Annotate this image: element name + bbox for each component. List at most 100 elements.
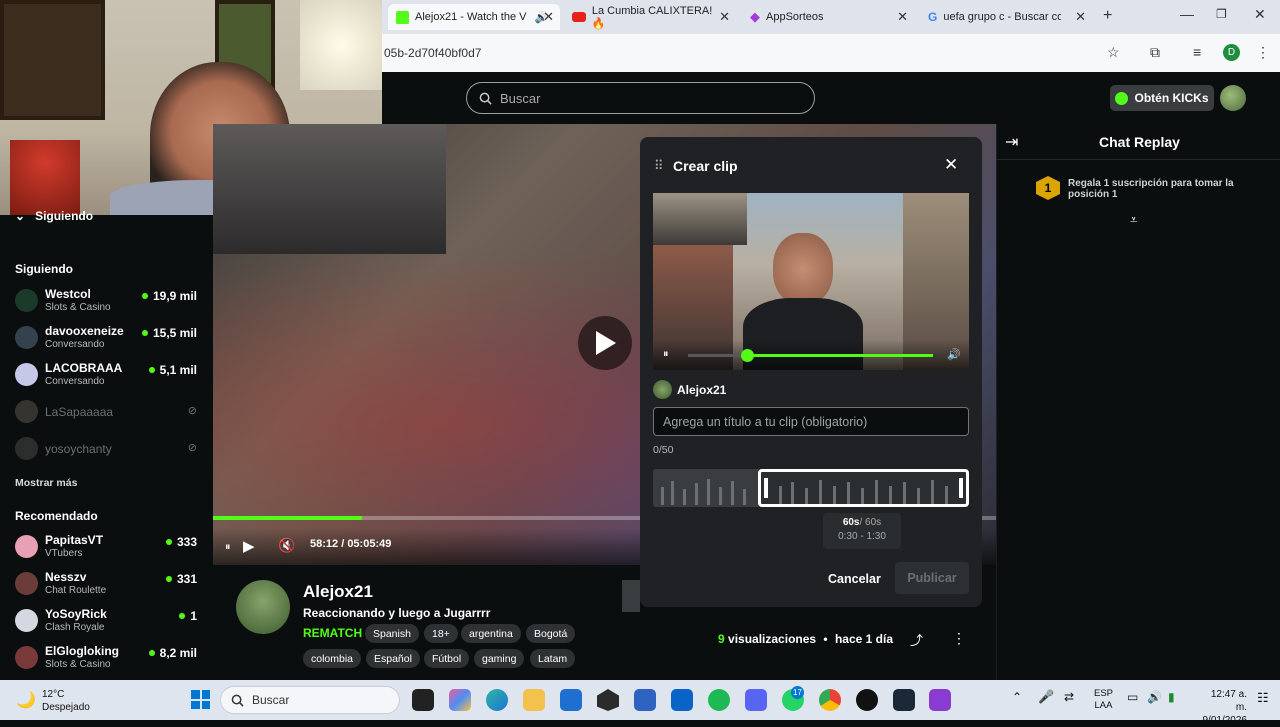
sidebar-item-papitasvt[interactable]: PapitasVT VTubers 333 bbox=[15, 531, 205, 567]
restore-icon[interactable]: ❐ bbox=[1216, 7, 1227, 21]
temperature: 12°C bbox=[42, 689, 65, 700]
gift-sub-text[interactable]: Regala 1 suscripción para tomar la posic… bbox=[1068, 178, 1258, 200]
collapse-chat-icon[interactable]: ⇥ bbox=[1005, 132, 1018, 152]
chrome-icon[interactable] bbox=[819, 689, 841, 711]
weather-widget[interactable]: 12°C Despejado bbox=[42, 688, 90, 714]
mute-icon[interactable]: 🔇 bbox=[278, 537, 295, 554]
discord-icon[interactable] bbox=[745, 689, 767, 711]
tag-chip[interactable]: colombia bbox=[303, 649, 362, 668]
share-icon[interactable]: ⤴ bbox=[910, 630, 923, 649]
user-avatar[interactable] bbox=[1220, 85, 1246, 111]
show-more-link[interactable]: Mostrar más bbox=[15, 477, 77, 489]
view-count-label: visualizaciones bbox=[728, 632, 817, 646]
range-start-handle[interactable] bbox=[764, 478, 768, 498]
task-view-icon[interactable] bbox=[412, 689, 434, 711]
tag-chip[interactable]: argentina bbox=[461, 624, 521, 643]
clip-username: Alejox21 bbox=[677, 383, 727, 397]
sidebar-item-yosoychanty[interactable]: yosoychanty ⊘ bbox=[15, 433, 205, 469]
clock[interactable]: 12:47 a. m. 9/01/2026 bbox=[1197, 688, 1248, 727]
taskbar-search[interactable]: Buscar bbox=[220, 686, 400, 714]
microphone-icon[interactable]: 🎤 bbox=[1038, 689, 1054, 705]
sidebar-item-lacobraaa[interactable]: LACOBRAAA Conversando 5,1 mil bbox=[15, 359, 205, 395]
search-placeholder: Buscar bbox=[500, 90, 541, 106]
google-favicon-icon: G bbox=[928, 10, 938, 24]
github-icon[interactable] bbox=[856, 689, 878, 711]
tag-chip[interactable]: Latam bbox=[530, 649, 576, 668]
chevron-up-icon[interactable]: ⌃ bbox=[1012, 690, 1022, 704]
steam-icon[interactable] bbox=[893, 689, 915, 711]
get-kicks-button[interactable]: Obtén KICKs bbox=[1110, 85, 1214, 111]
profile-avatar[interactable]: D bbox=[1223, 44, 1240, 61]
tag-chip[interactable]: Bogotá bbox=[526, 624, 576, 643]
sidebar-item-lasapaaaaa[interactable]: LaSapaaaaa ⊘ bbox=[15, 396, 205, 432]
new-tab-icon[interactable]: + bbox=[1103, 7, 1112, 25]
extensions-icon[interactable]: ⧉ bbox=[1150, 44, 1160, 61]
tag-chip[interactable]: 18+ bbox=[424, 624, 458, 643]
drag-handle-icon[interactable]: ⠿ bbox=[654, 158, 664, 174]
tag-chip[interactable]: Español bbox=[366, 649, 420, 668]
sidebar-item-elglogloking[interactable]: ElGlogloking Slots & Casino 8,2 mil bbox=[15, 642, 205, 678]
clip-title-input[interactable] bbox=[653, 407, 969, 436]
sidebar-item-davooxeneize[interactable]: davooxeneize Conversando 15,5 mil bbox=[15, 322, 205, 358]
channel-avatar[interactable] bbox=[236, 580, 290, 634]
cancel-button[interactable]: Cancelar bbox=[828, 572, 881, 586]
url-text[interactable]: 05b-2d70f40bf0d7 bbox=[384, 46, 481, 60]
clip-range-selection[interactable] bbox=[758, 469, 969, 507]
tab-alejox21[interactable]: Alejox21 - Watch the V 🔊 ✕ bbox=[388, 4, 560, 30]
sidebar-item-yosoyrick[interactable]: YoSoyRick Clash Royale 1 bbox=[15, 605, 205, 641]
play-button-icon[interactable]: ▶ bbox=[243, 537, 255, 555]
menu-kebab-icon[interactable]: ⋮ bbox=[1256, 44, 1270, 61]
preview-volume-icon[interactable]: 🔊 bbox=[947, 348, 961, 361]
battery-icon[interactable]: ▮ bbox=[1168, 690, 1175, 704]
store-icon[interactable] bbox=[560, 689, 582, 711]
file-explorer-icon[interactable] bbox=[523, 689, 545, 711]
close-icon[interactable]: ✕ bbox=[944, 155, 958, 175]
tab-cumbia[interactable]: La Cumbia CALIXTERA! 🔥 ✕ bbox=[564, 4, 736, 30]
category-link[interactable]: REMATCH bbox=[303, 626, 362, 640]
more-options-icon[interactable]: ⋮ bbox=[952, 630, 966, 647]
volume-icon[interactable]: 🔊 bbox=[1147, 690, 1162, 704]
close-tab-icon[interactable]: ✕ bbox=[1075, 9, 1086, 25]
moon-weather-icon[interactable]: 🌙 bbox=[16, 690, 36, 710]
preview-volume-knob[interactable] bbox=[740, 349, 754, 362]
tag-chip[interactable]: Spanish bbox=[365, 624, 419, 643]
bookmark-star-icon[interactable]: ☆ bbox=[1107, 44, 1120, 61]
close-tab-icon[interactable]: ✕ bbox=[719, 9, 730, 25]
vscode-icon[interactable] bbox=[634, 689, 656, 711]
network-icon[interactable]: ⇄ bbox=[1064, 690, 1074, 704]
close-tab-icon[interactable]: ✕ bbox=[897, 9, 908, 25]
viewer-count: 15,5 mil bbox=[141, 326, 197, 340]
clip-button-partial[interactable] bbox=[622, 580, 640, 612]
tab-appsorteos[interactable]: ◆ AppSorteos ✕ bbox=[742, 4, 914, 30]
channel-category: Slots & Casino bbox=[45, 659, 111, 670]
site-search-input[interactable]: Buscar bbox=[466, 82, 815, 114]
following-toggle[interactable]: ⌄ Siguiendo bbox=[15, 209, 93, 223]
sidebar-item-westcol[interactable]: Westcol Slots & Casino 19,9 mil bbox=[15, 285, 205, 321]
language-indicator[interactable]: ESP LAA bbox=[1094, 688, 1113, 712]
close-window-icon[interactable]: ✕ bbox=[1254, 6, 1266, 23]
media-controls-icon[interactable]: ≡ bbox=[1193, 44, 1201, 60]
edge-icon[interactable] bbox=[486, 689, 508, 711]
channel-name[interactable]: Alejox21 bbox=[303, 582, 373, 602]
wifi-icon[interactable]: ▭ bbox=[1127, 690, 1138, 704]
pause-icon[interactable]: ⏸ bbox=[225, 541, 231, 554]
outlook-icon[interactable] bbox=[671, 689, 693, 711]
spotify-icon[interactable] bbox=[708, 689, 730, 711]
close-tab-icon[interactable]: ✕ bbox=[543, 9, 554, 25]
tab-google[interactable]: G uefa grupo c - Buscar con ✕ bbox=[920, 4, 1092, 30]
preview-pause-icon[interactable]: ⏸ bbox=[663, 348, 669, 361]
notifications-icon[interactable]: ☷ bbox=[1257, 690, 1269, 706]
sidebar-item-nesszv[interactable]: Nesszv Chat Roulette 331 bbox=[15, 568, 205, 604]
maps-icon[interactable] bbox=[929, 689, 951, 711]
copilot-icon[interactable] bbox=[449, 689, 471, 711]
range-end-handle[interactable] bbox=[959, 478, 963, 498]
tag-chip[interactable]: gaming bbox=[474, 649, 525, 668]
expand-leaderboard-icon[interactable]: ⩡ bbox=[1130, 212, 1137, 228]
windows-start-icon[interactable] bbox=[191, 690, 210, 709]
publish-button[interactable]: Publicar bbox=[895, 562, 969, 594]
play-overlay-button[interactable] bbox=[578, 316, 632, 370]
minimize-icon[interactable]: — bbox=[1180, 6, 1194, 22]
tag-chip[interactable]: Fútbol bbox=[424, 649, 470, 668]
address-bar[interactable]: 05b-2d70f40bf0d7 bbox=[382, 34, 1280, 72]
preview-volume-track[interactable] bbox=[688, 354, 933, 357]
